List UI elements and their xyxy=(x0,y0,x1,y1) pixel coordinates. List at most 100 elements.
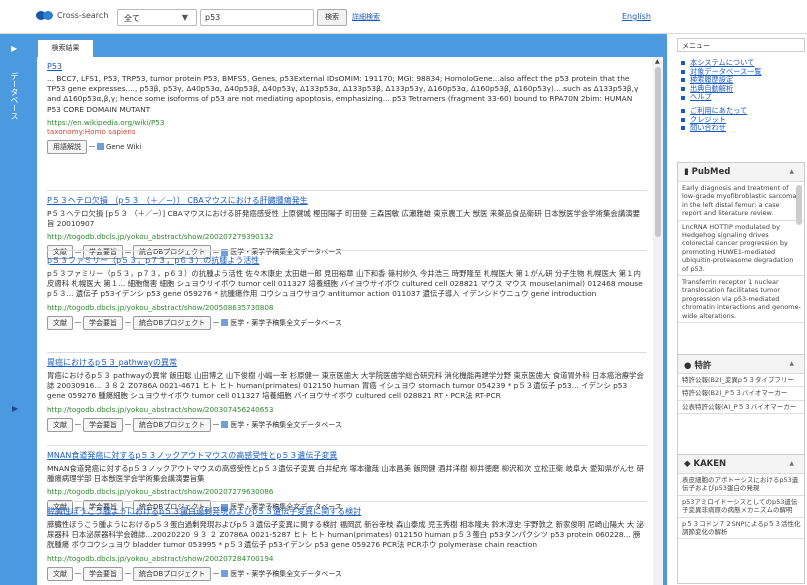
tab-results[interactable]: 検索結果 xyxy=(38,40,93,57)
pubmed-header[interactable]: ▮ PubMed ▲ xyxy=(678,163,804,182)
result-tag-button[interactable]: 学会要旨 xyxy=(83,315,123,330)
kaken-header[interactable]: ◆ KAKEN ▲ xyxy=(678,455,804,474)
kaken-item[interactable]: p53アミロイドーシスとしてのp53遺伝子変異非病原の病態メカニズムの解明 xyxy=(678,496,804,518)
result-divider xyxy=(47,445,647,446)
result-tag-button[interactable]: 統合DBプロジェクト xyxy=(133,417,212,432)
scope-select[interactable]: 全て ▼ xyxy=(117,9,197,26)
patent-header[interactable]: ● 特許 ▲ xyxy=(678,355,804,374)
database-icon xyxy=(221,319,229,327)
patent-item[interactable]: 特許公報(B2)_変異p５３タイプフリー xyxy=(678,374,804,388)
patent-item[interactable]: 特許公報(B2)_P５３バイオマーカー xyxy=(678,387,804,401)
menu-list: 本システムについて 対象データベース一覧 検索履歴設定 出典自動解析 ヘルプ ご… xyxy=(681,58,803,133)
result-database: Gene Wiki xyxy=(97,143,141,151)
logo[interactable]: Cross-search xyxy=(36,11,108,20)
lightbulb-icon: ● xyxy=(684,361,695,371)
result-divider xyxy=(47,352,647,353)
result-title-link[interactable]: P53 xyxy=(47,62,647,71)
result-url[interactable]: http://togodb.dbcls.jp/yokou_abstract/sh… xyxy=(47,303,647,312)
patent-item[interactable]: 公表特許公報(A)_P５３バイオマーカー xyxy=(678,401,804,415)
pubmed-scrollbar[interactable] xyxy=(796,185,802,225)
search-result: P53 ... BCC7, LFS1, P53, TRP53, tumor pr… xyxy=(47,62,647,154)
result-snippet: ... BCC7, LFS1, P53, TRP53, tumor protei… xyxy=(47,74,639,114)
results-list: ▲ P53 ... BCC7, LFS1, P53, TRP53, tumor … xyxy=(37,57,663,585)
search-input[interactable]: p53 xyxy=(200,9,314,26)
collapse-icon[interactable]: ▲ xyxy=(789,360,794,367)
result-snippet: 膵臓性ぼうこう腫ようにおけるp５３蛋白過剰発現およびp５３遺伝子変異に関する検討… xyxy=(47,520,644,550)
collapse-arrow-icon[interactable]: ▶ xyxy=(12,404,18,413)
bullet-icon xyxy=(681,87,685,92)
result-snippet: MNAN食道発癌に対するp５３ノックアウトマウスの高感受性とp５３遺伝子変異 白… xyxy=(47,464,645,484)
user-icon: ◆ xyxy=(684,459,694,469)
menu-header: メニュー xyxy=(677,38,805,52)
result-title-link[interactable]: 胃癌におけるp５３ pathwayの異常 xyxy=(47,357,647,368)
collapse-icon[interactable]: ▲ xyxy=(789,460,794,467)
kaken-panel: ◆ KAKEN ▲ 表皮細胞のアポトーシスにおけるp53遺伝子およびp53蛋白の発… xyxy=(677,454,805,584)
result-tag-button[interactable]: 統合DBプロジェクト xyxy=(133,315,212,330)
result-database: 医学・薬学予稿集全文データベース xyxy=(221,569,342,579)
pubmed-item[interactable]: Early diagnosis and treatment of low-gra… xyxy=(678,182,804,221)
database-icon xyxy=(97,143,104,151)
result-tag-button[interactable]: 統合DBプロジェクト xyxy=(133,566,212,581)
document-icon: ▮ xyxy=(684,167,692,177)
result-tag-button[interactable]: 文献 xyxy=(47,566,73,581)
result-tag-button[interactable]: 文献 xyxy=(47,417,73,432)
scroll-thumb[interactable] xyxy=(655,67,661,237)
bullet-icon xyxy=(681,95,685,100)
pubmed-panel: ▮ PubMed ▲ Early diagnosis and treatment … xyxy=(677,162,805,370)
bullet-icon xyxy=(681,78,685,83)
kaken-item[interactable]: 表皮細胞のアポトーシスにおけるp53遺伝子およびp53蛋白の発現 xyxy=(678,474,804,496)
result-tags: 文献 学会要旨 統合DBプロジェクト 医学・薬学予稿集全文データベース xyxy=(47,566,647,581)
result-title-link[interactable]: p５３ファミリー（p５３，p７３，p６３）の抗腫よう活性 xyxy=(47,255,647,266)
result-database: 医学・薬学予稿集全文データベース xyxy=(221,318,342,328)
collapse-icon[interactable]: ▲ xyxy=(789,168,794,175)
scroll-up-icon[interactable]: ▲ xyxy=(655,58,660,65)
sidebar-label: データベース xyxy=(10,72,19,120)
bullet-icon xyxy=(681,109,685,114)
result-divider xyxy=(47,501,647,502)
database-sidebar[interactable]: ▶ データベース ▶ xyxy=(0,34,33,585)
result-snippet: P５３ヘテロ欠損 [p５３ （＋／−）] CBAマウスにおける肝発癌感受性 上原… xyxy=(47,209,641,229)
english-link[interactable]: English xyxy=(622,12,651,21)
result-tags: 文献 学会要旨 統合DBプロジェクト 医学・薬学予稿集全文データベース xyxy=(47,417,647,432)
bullet-icon xyxy=(681,117,685,122)
result-snippet: 胃癌におけるp５３ pathwayの異常 飯田聡 山田博之 山下俊樹 小嶋一幸 … xyxy=(47,371,644,401)
tab-bar: 検索結果 xyxy=(37,36,667,57)
result-taxonomy: taxonomy:Homo sapiens xyxy=(47,126,136,136)
result-url[interactable]: http://togodb.dbcls.jp/yokou_abstract/sh… xyxy=(47,554,647,563)
result-url[interactable]: https://en.wikipedia.org/wiki/P53 xyxy=(47,118,647,127)
kaken-item[interactable]: p５３コドン７２SNPによるp５３活性化調節変化の解析 xyxy=(678,518,804,540)
search-button[interactable]: 検索 xyxy=(317,9,347,26)
result-database: 医学・薬学予稿集全文データベース xyxy=(221,420,342,430)
result-url[interactable]: http://togodb.dbcls.jp/yokou_abstract/sh… xyxy=(47,232,647,241)
scope-value: 全て xyxy=(124,14,140,23)
chevron-right-icon: ▶ xyxy=(11,44,18,53)
result-tag-button[interactable]: 用語解説 xyxy=(47,139,87,154)
top-bar: Cross-search 全て ▼ p53 検索 詳細検索 English xyxy=(0,0,807,34)
pubmed-item[interactable]: Transferrin receptor 1 nuclear transloca… xyxy=(678,276,804,324)
search-result: p５３ファミリー（p５３，p７３，p６３）の抗腫よう活性 p５３ファミリー（p５… xyxy=(47,255,647,330)
bullet-icon xyxy=(681,126,685,131)
result-divider xyxy=(47,250,647,251)
result-title-link[interactable]: 膵臓性ぼうこう腫ようにおけるp５３蛋白過剰発現およびp５３遺伝子変異に関する検討 xyxy=(47,506,647,517)
bullet-icon xyxy=(681,61,685,66)
menu-item-help[interactable]: ヘルプ xyxy=(681,93,803,102)
search-result: MNAN食道発癌に対するp５３ノックアウトマウスの高感受性とp５３遺伝子変異 M… xyxy=(47,450,647,515)
result-url[interactable]: http://togodb.dbcls.jp/yokou_abstract/sh… xyxy=(47,405,647,414)
scrollbar[interactable]: ▲ xyxy=(653,57,663,585)
main-panel: 検索結果 ▲ P53 ... BCC7, LFS1, P53, TRP53, t… xyxy=(33,34,667,585)
search-result: 膵臓性ぼうこう腫ようにおけるp５３蛋白過剰発現およびp５３遺伝子変異に関する検討… xyxy=(47,506,647,581)
result-title-link[interactable]: P５３ヘテロ欠損 （p５３ （＋／−）） CBAマウスにおける肝臓腫瘍発生 xyxy=(47,195,647,206)
menu-item-contact[interactable]: 問い合わせ xyxy=(681,124,803,133)
result-title-link[interactable]: MNAN食道発癌に対するp５３ノックアウトマウスの高感受性とp５３遺伝子変異 xyxy=(47,450,647,461)
result-tag-button[interactable]: 文献 xyxy=(47,315,73,330)
database-icon xyxy=(221,421,229,429)
result-tag-button[interactable]: 学会要旨 xyxy=(83,417,123,432)
search-result: 胃癌におけるp５３ pathwayの異常 胃癌におけるp５３ pathwayの異… xyxy=(47,357,647,432)
result-snippet: p５３ファミリー（p５３，p７３，p６３）の抗腫よう活性 佐々木康史 太田雄一郎… xyxy=(47,269,643,299)
result-tag-button[interactable]: 学会要旨 xyxy=(83,566,123,581)
database-icon xyxy=(221,570,229,578)
result-url[interactable]: http://togodb.dbcls.jp/yokou_abstract/sh… xyxy=(47,487,647,496)
result-divider xyxy=(47,190,647,191)
advanced-search-link[interactable]: 詳細検索 xyxy=(352,12,380,22)
pubmed-item[interactable]: LncRNA HOTTIP modulated by Hedgehog sign… xyxy=(678,221,804,277)
